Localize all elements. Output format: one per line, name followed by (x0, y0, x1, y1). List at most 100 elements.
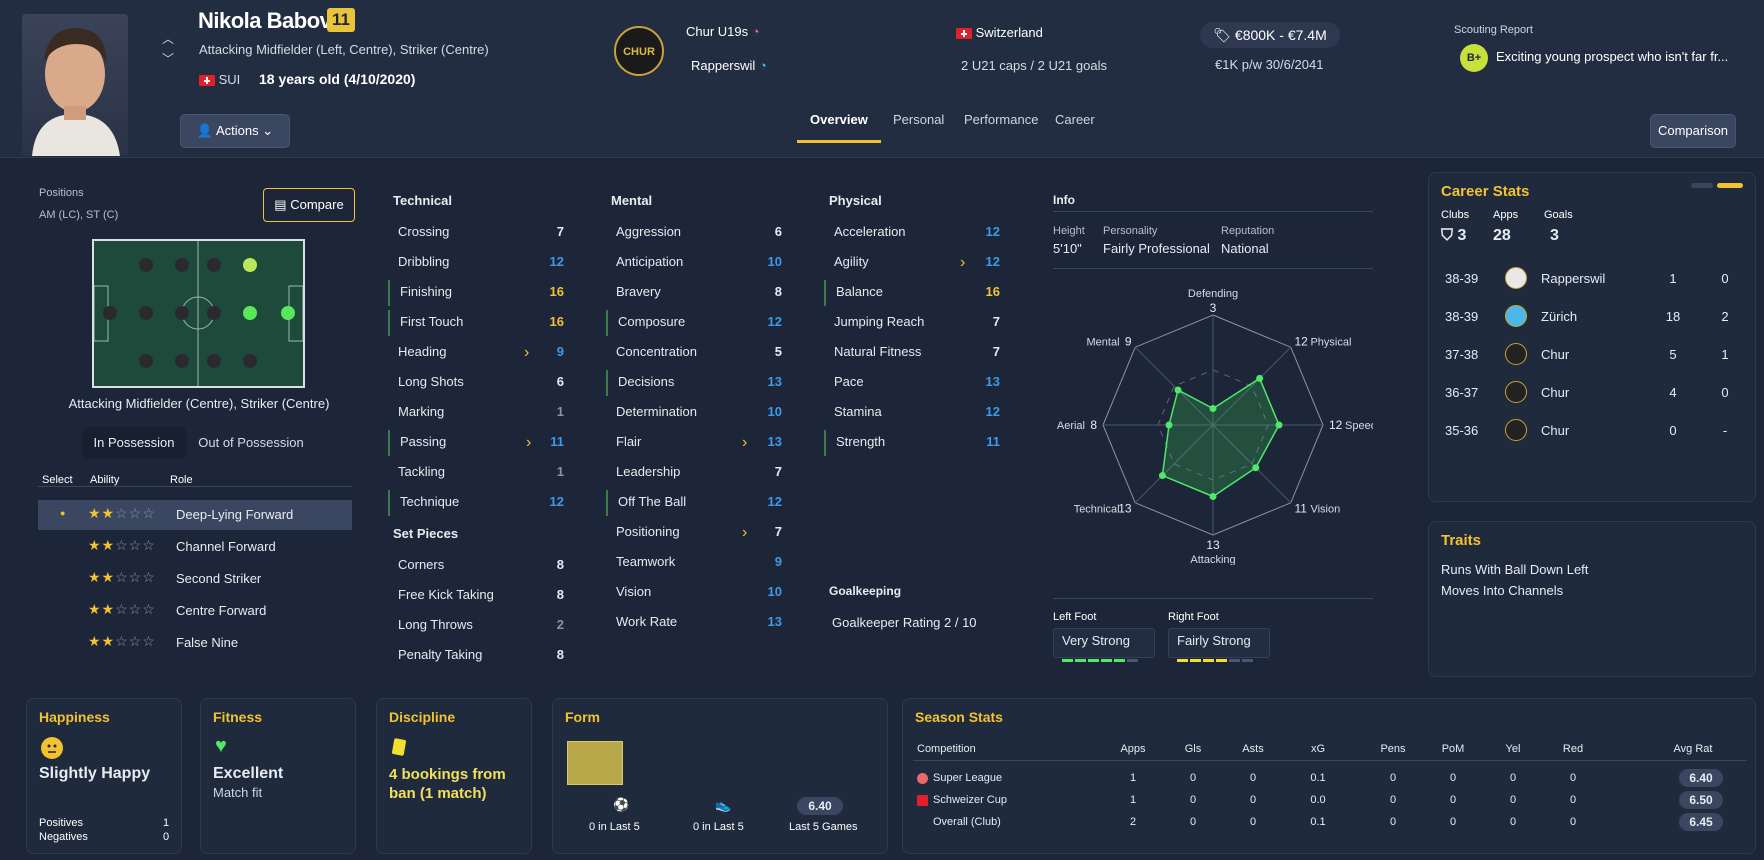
career-row[interactable]: 38-39 Rapperswil 1 0 (1429, 261, 1757, 297)
radar-area (1161, 377, 1280, 498)
attribute-row[interactable]: Flair 13 › (606, 430, 786, 456)
attribute-row[interactable]: Decisions 13 (606, 370, 786, 396)
attribute-row[interactable]: First Touch 16 (388, 310, 568, 336)
role-row[interactable]: ★★☆☆☆ Second Striker (38, 564, 352, 594)
season-header-cell: Gls (1184, 743, 1202, 755)
roles-header-role: Role (170, 474, 193, 486)
attribute-row[interactable]: Tackling 1 (388, 460, 568, 486)
comparison-button[interactable]: Comparison (1650, 114, 1736, 148)
stat-cell: 0 (1569, 794, 1577, 806)
table-row[interactable]: Overall (Club) 2 0 0 0.1 0 0 0 0 6.45 (913, 813, 1747, 833)
attribute-value: 5 (774, 344, 782, 359)
attribute-row[interactable]: Passing 11 › (388, 430, 568, 456)
season-stats-panel[interactable]: Season Stats Competition Apps Gls Asts xG Pen… (902, 698, 1756, 854)
role-row[interactable]: ● ★★☆☆☆ Deep-Lying Forward (38, 500, 352, 530)
attribute-row[interactable]: Free Kick Taking 8 (388, 583, 568, 609)
role-row[interactable]: ★★☆☆☆ Centre Forward (38, 596, 352, 626)
attribute-row[interactable]: Technique 12 (388, 490, 568, 516)
attribute-row[interactable]: Penalty Taking 8 (388, 643, 568, 669)
attribute-row[interactable]: Strength 11 (824, 430, 1004, 456)
attribute-name: Vision (616, 584, 652, 599)
attribute-row[interactable]: Balance 16 (824, 280, 1004, 306)
career-row[interactable]: 37-38 Chur 5 1 (1429, 337, 1757, 373)
positions-value: AM (LC), ST (C) (39, 209, 119, 221)
attribute-row[interactable]: Agility 12 › (824, 250, 1004, 276)
attribute-row[interactable]: Off The Ball 12 (606, 490, 786, 516)
attribute-row[interactable]: Determination 10 (606, 400, 786, 426)
attribute-row[interactable]: Vision 10 (606, 580, 786, 606)
attribute-row[interactable]: Anticipation 10 (606, 250, 786, 276)
parent-club-name[interactable]: Rapperswil ◔ (691, 58, 767, 73)
stat-cell: 0 (1389, 816, 1397, 828)
form-panel[interactable]: Form ⚽ 0 in Last 5 👟 0 in Last 5 6.40 La… (552, 698, 888, 854)
chevron-right-icon: › (526, 434, 532, 451)
attribute-row[interactable]: Corners 8 (388, 553, 568, 579)
compare-button[interactable]: ▤ Compare (263, 188, 355, 222)
tab-performance[interactable]: Performance (964, 112, 1038, 127)
attribute-name: First Touch (400, 314, 464, 329)
avg-rating-badge: 6.40 (797, 797, 843, 815)
career-row[interactable]: 38-39 Zürich 18 2 (1429, 299, 1757, 335)
page-indicator-1[interactable] (1691, 183, 1713, 188)
stat-cell: 0 (1389, 772, 1397, 784)
radar-axis-value: 11 (1294, 501, 1307, 515)
attribute-row[interactable]: Crossing 7 (388, 220, 568, 246)
discipline-panel[interactable]: Discipline 4 bookings from ban (1 match) (376, 698, 532, 854)
attribute-row[interactable]: Marking 1 (388, 400, 568, 426)
attribute-row[interactable]: Teamwork 9 (606, 550, 786, 576)
attribute-row[interactable]: Pace 13 (824, 370, 1004, 396)
attribute-row[interactable]: Work Rate 13 (606, 610, 786, 636)
mental-title: Mental (611, 193, 653, 208)
attribute-row[interactable]: Long Throws 2 (388, 613, 568, 639)
radar-axis-value: 8 (1090, 418, 1097, 432)
transfer-value-badge[interactable]: 🏷 €800K - €7.4M (1200, 22, 1340, 48)
attribute-row[interactable]: Positioning 7 › (606, 520, 786, 546)
attribute-row[interactable]: Heading 9 › (388, 340, 568, 366)
actions-button[interactable]: 👤 Actions ⌄ (180, 114, 290, 148)
role-row[interactable]: ★★☆☆☆ False Nine (38, 628, 352, 658)
scouting-summary[interactable]: Exciting young prospect who isn't far fr… (1496, 49, 1728, 64)
happiness-title: Happiness (39, 709, 110, 725)
table-row[interactable]: Schweizer Cup 1 0 0 0.0 0 0 0 0 6.50 (913, 791, 1747, 811)
attribute-row[interactable]: Long Shots 6 (388, 370, 568, 396)
tab-career[interactable]: Career (1055, 112, 1095, 127)
attribute-row[interactable]: Bravery 8 (606, 280, 786, 306)
attribute-row[interactable]: Composure 12 (606, 310, 786, 336)
table-row[interactable]: Super League 1 0 0 0.1 0 0 0 0 6.40 (913, 769, 1747, 789)
career-goals: - (1722, 423, 1728, 438)
attribute-row[interactable]: Dribbling 12 (388, 250, 568, 276)
form-rating-block[interactable] (567, 741, 623, 785)
positives-count: 1 (163, 817, 170, 829)
role-row[interactable]: ★★☆☆☆ Channel Forward (38, 532, 352, 562)
tab-overview[interactable]: Overview (810, 112, 868, 127)
attribute-row[interactable]: Aggression 6 (606, 220, 786, 246)
prev-player-chevron-icon[interactable]: ︿ (162, 30, 174, 47)
attribute-row[interactable]: Finishing 16 (388, 280, 568, 306)
attribute-row[interactable]: Stamina 12 (824, 400, 1004, 426)
tab-personal[interactable]: Personal (893, 112, 944, 127)
attribute-row[interactable]: Leadership 7 (606, 460, 786, 486)
right-foot-label: Right Foot (1168, 611, 1219, 623)
tab-out-of-possession[interactable]: Out of Possession (186, 427, 316, 459)
career-row[interactable]: 36-37 Chur 4 0 (1429, 375, 1757, 411)
tab-in-possession[interactable]: In Possession (82, 427, 186, 459)
club-name[interactable]: Chur U19s ◔ (686, 24, 760, 39)
career-row[interactable]: 35-36 Chur 0 - (1429, 413, 1757, 449)
page-indicator-2[interactable] (1717, 183, 1743, 188)
attribute-row[interactable]: Acceleration 12 (824, 220, 1004, 246)
club-crest-icon[interactable]: CHUR (614, 26, 664, 76)
left-foot-value: Very Strong (1062, 633, 1130, 648)
attribute-name: Dribbling (398, 254, 450, 269)
happiness-panel[interactable]: Happiness Slightly Happy Positives 1 Neg… (26, 698, 182, 854)
attribute-row[interactable]: Natural Fitness 7 (824, 340, 1004, 366)
negatives-count: 0 (163, 831, 170, 843)
attribute-value: 7 (774, 464, 782, 479)
attribute-row[interactable]: Jumping Reach 7 (824, 310, 1004, 336)
fitness-panel[interactable]: Fitness ♥ Excellent Match fit (200, 698, 356, 854)
next-player-chevron-icon[interactable]: ﹀ (162, 50, 174, 67)
attribute-name: Corners (398, 557, 445, 572)
club-crest-icon (1505, 267, 1527, 289)
position-pitch (92, 239, 305, 388)
attribute-row[interactable]: Concentration 5 (606, 340, 786, 366)
radar-point (1256, 374, 1264, 382)
